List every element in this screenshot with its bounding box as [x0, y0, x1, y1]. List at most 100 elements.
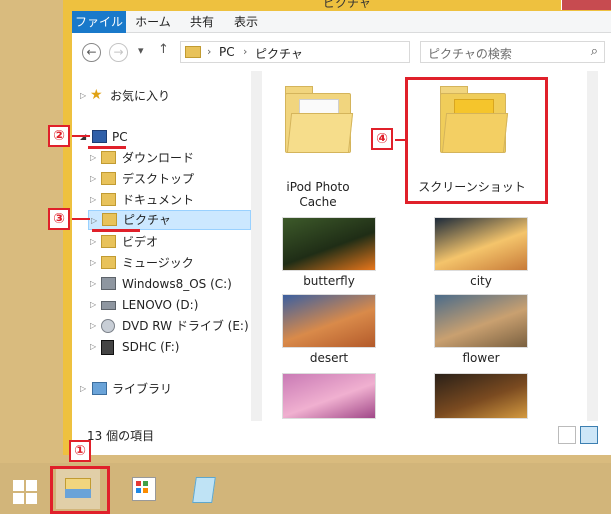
- annotation-number-4: ④: [371, 128, 393, 150]
- nav-item-drive-d[interactable]: ▷ LENOVO (D:): [90, 295, 250, 315]
- search-icon[interactable]: ⌕: [591, 44, 598, 59]
- navigation-pane: ▷ ★ お気に入り ◢ PC ▷ ダウンロード ▷ デスクトップ ▷ ドキュメン…: [72, 71, 262, 421]
- search-placeholder: ピクチャの検索: [428, 47, 512, 61]
- store-icon: [132, 477, 156, 501]
- large-icons-view-icon[interactable]: [580, 426, 598, 444]
- forward-button[interactable]: →: [109, 43, 128, 62]
- annotation-connector: [72, 218, 90, 220]
- details-view-icon[interactable]: [558, 426, 576, 444]
- nav-item-pc[interactable]: ◢ PC: [80, 127, 250, 147]
- search-input[interactable]: ピクチャの検索 ⌕: [420, 41, 605, 63]
- expand-icon[interactable]: ▷: [90, 232, 96, 252]
- expand-icon[interactable]: ▷: [90, 190, 96, 210]
- nav-item-label: ミュージック: [122, 256, 194, 270]
- status-bar: 13 個の項目: [72, 421, 611, 455]
- notepad-icon: [192, 477, 216, 503]
- windows-start-icon[interactable]: [13, 480, 37, 504]
- title-bar[interactable]: ピクチャ: [63, 0, 611, 10]
- disc-icon: [101, 319, 115, 333]
- address-bar: ← → ▾ ↑ › PC › ピクチャ ▾ ↻ ピクチャの検索 ⌕: [72, 33, 611, 71]
- nav-item-videos[interactable]: ▷ ビデオ: [90, 232, 250, 252]
- annotation-connector: [395, 139, 407, 141]
- nav-item-label: Windows8_OS (C:): [122, 277, 232, 291]
- nav-item-label: ピクチャ: [123, 213, 171, 227]
- tab-view[interactable]: 表示: [224, 11, 268, 33]
- library-icon: [92, 382, 107, 395]
- expand-icon[interactable]: ▷: [90, 337, 96, 357]
- notepad-taskbar-button[interactable]: [183, 469, 227, 509]
- image-thumbnail: [282, 373, 376, 419]
- up-icon[interactable]: ↑: [158, 42, 169, 57]
- nav-item-libraries[interactable]: ▷ ライブラリ: [80, 379, 250, 399]
- pictures-folder-icon: [102, 213, 117, 226]
- nav-item-drive-e[interactable]: ▷ DVD RW ドライブ (E:) .: [90, 316, 250, 336]
- recent-locations-icon[interactable]: ▾: [138, 44, 144, 57]
- store-taskbar-button[interactable]: [122, 469, 166, 509]
- nav-item-label: ビデオ: [122, 235, 159, 249]
- annotation-frame-taskbar: [50, 466, 110, 514]
- image-label: desert: [309, 351, 349, 365]
- image-label: flower: [462, 351, 500, 365]
- annotation-connector: [72, 135, 90, 137]
- nav-item-documents[interactable]: ▷ ドキュメント: [90, 190, 250, 210]
- folder-icon: [185, 46, 201, 58]
- annotation-number-2: ②: [48, 125, 70, 147]
- tab-share[interactable]: 共有: [182, 11, 222, 33]
- image-thumbnail: [434, 373, 528, 419]
- annotation-underline-pictures: [92, 229, 140, 232]
- drive-icon: [101, 277, 116, 290]
- tab-home[interactable]: ホーム: [128, 11, 178, 33]
- download-folder-icon: [101, 151, 116, 164]
- nav-item-label: ダウンロード: [122, 151, 195, 165]
- back-button[interactable]: ←: [82, 43, 101, 62]
- music-folder-icon: [101, 256, 116, 269]
- expand-icon[interactable]: ▷: [90, 169, 96, 189]
- collapse-icon[interactable]: ◢: [80, 127, 86, 147]
- close-button[interactable]: [561, 0, 611, 10]
- folder-icon: [285, 83, 354, 153]
- nav-item-favorites[interactable]: ▷ ★ お気に入り: [80, 86, 250, 106]
- annotation-number-3: ③: [48, 208, 70, 230]
- nav-item-label: ライブラリ: [112, 382, 173, 396]
- desktop-folder-icon: [101, 172, 116, 185]
- expand-icon[interactable]: ▷: [80, 379, 86, 399]
- explorer-window: ピクチャ ファイル ホーム 共有 表示 ← → ▾ ↑ › PC › ピクチャ …: [63, 0, 611, 455]
- expand-icon[interactable]: ▷: [90, 316, 96, 336]
- expand-icon[interactable]: ▷: [91, 211, 97, 231]
- drive-icon: [101, 301, 116, 310]
- nav-item-drive-f[interactable]: ▷ SDHC (F:): [90, 337, 250, 357]
- nav-scrollbar[interactable]: [251, 71, 262, 421]
- sd-card-icon: [101, 340, 114, 355]
- tab-file[interactable]: ファイル: [72, 11, 126, 33]
- expand-icon[interactable]: ▷: [90, 295, 96, 315]
- expand-icon[interactable]: ▷: [90, 253, 96, 273]
- nav-item-desktop[interactable]: ▷ デスクトップ: [90, 169, 250, 189]
- nav-item-label: DVD RW ドライブ (E:) .: [122, 319, 250, 333]
- expand-icon[interactable]: ▷: [80, 86, 86, 106]
- item-count: 13 個の項目: [87, 429, 155, 443]
- image-thumbnail: [434, 217, 528, 271]
- annotation-number-1: ①: [69, 440, 91, 462]
- nav-item-pictures[interactable]: ▷ ピクチャ: [88, 210, 251, 230]
- expand-icon[interactable]: ▷: [90, 274, 96, 294]
- image-label: city: [470, 274, 492, 288]
- expand-icon[interactable]: ▷: [90, 148, 96, 168]
- content-scrollbar[interactable]: [587, 71, 598, 421]
- nav-item-music[interactable]: ▷ ミュージック: [90, 253, 250, 273]
- nav-item-label: ドキュメント: [122, 193, 195, 207]
- nav-item-label: デスクトップ: [122, 172, 195, 186]
- nav-item-label: LENOVO (D:): [122, 298, 199, 312]
- window-title: ピクチャ: [323, 0, 371, 10]
- nav-item-label: SDHC (F:): [122, 340, 180, 354]
- path-separator: ›: [207, 45, 212, 58]
- breadcrumb-pictures[interactable]: ピクチャ: [255, 45, 303, 62]
- nav-item-downloads[interactable]: ▷ ダウンロード: [90, 148, 250, 168]
- nav-item-drive-c[interactable]: ▷ Windows8_OS (C:): [90, 274, 250, 294]
- breadcrumb-pc[interactable]: PC: [219, 45, 235, 59]
- path-field[interactable]: › PC › ピクチャ ▾ ↻: [180, 41, 502, 63]
- star-icon: ★: [90, 87, 103, 103]
- videos-folder-icon: [101, 235, 116, 248]
- nav-item-label: お気に入り: [110, 89, 171, 103]
- ribbon-tabs: ファイル ホーム 共有 表示: [72, 11, 611, 33]
- pc-icon: [92, 130, 107, 143]
